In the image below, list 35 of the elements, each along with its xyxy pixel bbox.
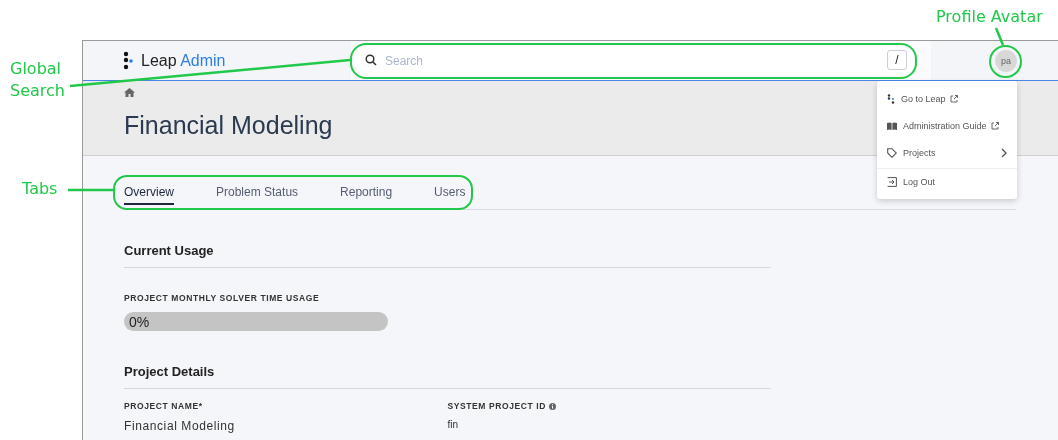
home-icon[interactable] bbox=[124, 88, 135, 97]
leader-line bbox=[994, 27, 1005, 46]
logout-icon bbox=[887, 177, 897, 187]
book-icon bbox=[887, 121, 897, 130]
usage-reading: 0% bbox=[128, 313, 150, 330]
leader-line bbox=[68, 188, 113, 192]
shortcut-key: / bbox=[887, 50, 907, 70]
menu-item[interactable]: Administration Guide bbox=[877, 112, 1017, 139]
external-link-icon bbox=[949, 94, 958, 103]
search-icon bbox=[365, 54, 377, 66]
menu-item[interactable]: Projects bbox=[877, 139, 1017, 166]
profile-avatar[interactable]: pa bbox=[995, 49, 1017, 72]
section-heading: Project Details bbox=[124, 331, 771, 389]
field-value: fin bbox=[447, 419, 460, 430]
field-label: PROJECT NAME* bbox=[124, 401, 203, 411]
section-heading: Current Usage bbox=[124, 210, 771, 268]
field-label: SYSTEM PROJECT ID bbox=[447, 401, 547, 411]
callout-label: Profile Avatar bbox=[936, 6, 1043, 28]
tab[interactable]: Overview bbox=[124, 185, 174, 205]
tab[interactable]: Problem Status bbox=[216, 185, 299, 205]
tab[interactable]: Users bbox=[434, 185, 466, 205]
field-value: Financial Modeling bbox=[124, 419, 236, 433]
callout-label: Tabs bbox=[22, 178, 58, 200]
callout-label: Global Search bbox=[10, 58, 66, 102]
usage-label: PROJECT MONTHLY SOLVER TIME USAGE bbox=[124, 293, 321, 303]
highlight-outline bbox=[989, 45, 1022, 78]
chevron-right-icon bbox=[1001, 147, 1007, 158]
tag-icon bbox=[887, 147, 897, 158]
logo-icon bbox=[123, 50, 133, 71]
menu-item[interactable]: Go to Leap bbox=[877, 85, 1017, 112]
external-link-icon bbox=[990, 121, 999, 130]
page-title: Financial Modeling bbox=[124, 111, 333, 140]
tab[interactable]: Reporting bbox=[340, 185, 393, 205]
dots-icon bbox=[887, 93, 895, 104]
app-logo-text[interactable]: Leap Admin bbox=[141, 51, 226, 70]
